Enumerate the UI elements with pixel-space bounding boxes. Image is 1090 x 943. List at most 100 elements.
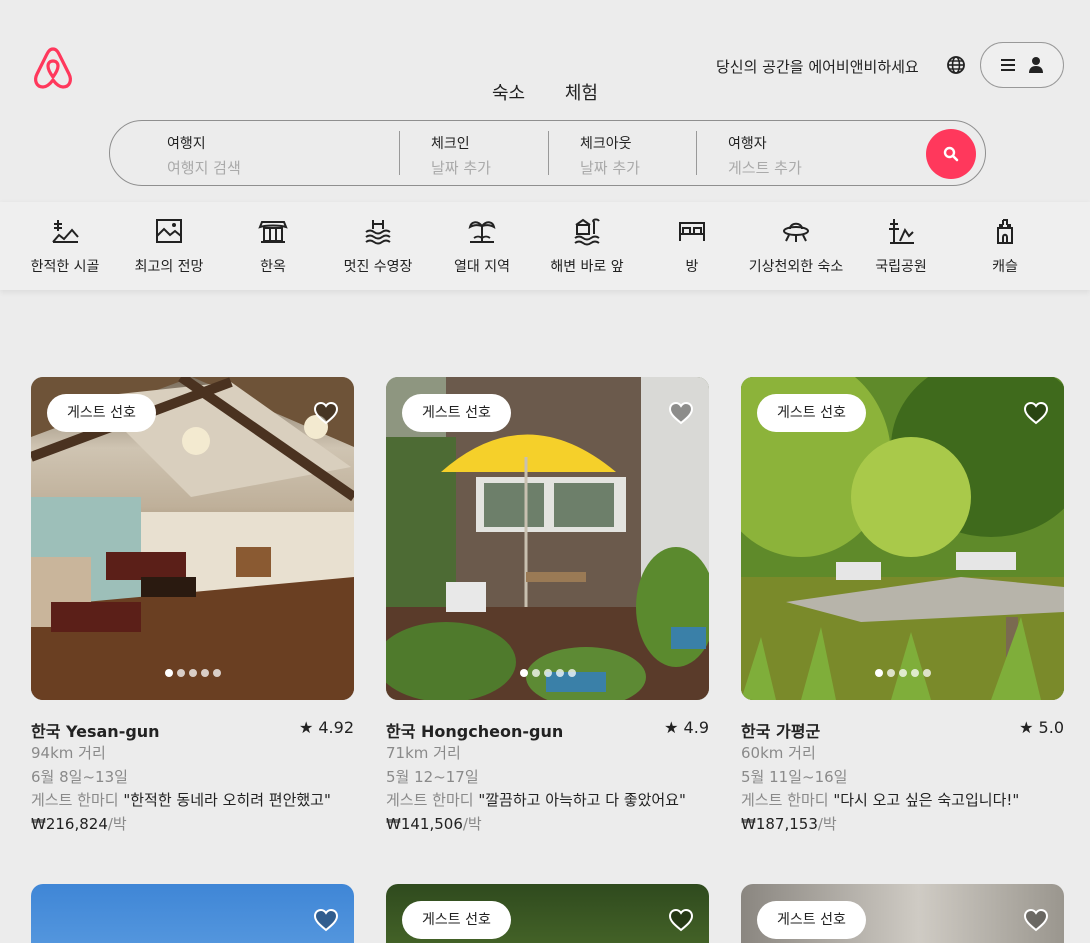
listing-price: ₩141,506/박 bbox=[386, 812, 709, 836]
carousel-dots[interactable] bbox=[386, 662, 709, 681]
listing-dates: 5월 11일~16일 bbox=[741, 768, 848, 786]
tab-stays[interactable]: 숙소 bbox=[492, 79, 525, 105]
heart-icon[interactable] bbox=[1023, 908, 1049, 932]
category-label: 최고의 전망 bbox=[134, 259, 204, 275]
heart-icon[interactable] bbox=[668, 908, 694, 932]
listing-rating: ★ 4.92 bbox=[298, 718, 354, 737]
listing-distance: 71km 거리 bbox=[386, 744, 461, 762]
search-icon bbox=[943, 146, 959, 162]
price-unit: /박 bbox=[817, 815, 837, 833]
listing-photo[interactable]: 게스트 선호 bbox=[741, 884, 1064, 943]
guest-favorite-badge: 게스트 선호 bbox=[757, 394, 866, 432]
user-icon bbox=[1029, 57, 1043, 73]
beachfront-icon bbox=[574, 218, 600, 246]
price-value: ₩216,824 bbox=[31, 815, 108, 833]
category-tropical[interactable]: 열대 지역 bbox=[427, 216, 537, 276]
hanok-icon bbox=[258, 221, 288, 243]
listing-photo[interactable]: 게스트 선호 bbox=[386, 377, 709, 700]
listing-rating: ★ 4.9 bbox=[664, 718, 709, 737]
category-label: 열대 지역 bbox=[454, 259, 510, 275]
listing-review: 게스트 한마디 "다시 오고 싶은 숙고입니다!" bbox=[741, 788, 1064, 812]
heart-icon[interactable] bbox=[313, 908, 339, 932]
price-unit: /박 bbox=[107, 815, 127, 833]
pool-icon bbox=[365, 220, 391, 245]
listing-card[interactable]: 게스트 선호 한국 Yesan-gun ★ 4.92 94km 거리 6월 8일… bbox=[31, 377, 354, 836]
category-pool[interactable]: 멋진 수영장 bbox=[323, 216, 433, 276]
listing-review: 게스트 한마디 "한적한 동네라 오히려 편안했고" bbox=[31, 788, 354, 812]
review-text: "다시 오고 싶은 숙고입니다!" bbox=[833, 791, 1020, 809]
price-value: ₩187,153 bbox=[741, 815, 818, 833]
search-checkout[interactable]: 체크아웃 날짜 추가 bbox=[580, 133, 640, 178]
listing-rating: ★ 5.0 bbox=[1019, 718, 1064, 737]
category-countryside[interactable]: 한적한 시골 bbox=[10, 216, 120, 276]
user-menu-button[interactable] bbox=[980, 42, 1064, 88]
listing-review: 게스트 한마디 "깔끔하고 아늑하고 다 좋았어요" bbox=[386, 788, 709, 812]
listing-dates: 5월 12~17일 bbox=[386, 768, 479, 786]
search-where[interactable]: 여행지 여행지 검색 bbox=[167, 133, 241, 178]
category-national-park[interactable]: 국립공원 bbox=[846, 216, 956, 276]
listing-photo[interactable]: 게스트 선호 bbox=[741, 377, 1064, 700]
room-icon bbox=[679, 222, 705, 241]
national-park-icon bbox=[889, 219, 914, 244]
listing-distance: 94km 거리 bbox=[31, 744, 106, 762]
host-link[interactable]: 당신의 공간을 에어비앤비하세요 bbox=[716, 56, 919, 77]
divider bbox=[696, 131, 697, 175]
where-label: 여행지 bbox=[167, 136, 206, 152]
search-guests[interactable]: 여행자 게스트 추가 bbox=[728, 133, 802, 178]
heart-icon[interactable] bbox=[1023, 401, 1049, 425]
category-label: 캐슬 bbox=[992, 259, 1018, 275]
listing-card[interactable]: 게스트 선호 한국 가평군 ★ 5.0 60km 거리 5월 11일~16일 게… bbox=[741, 377, 1064, 836]
divider bbox=[399, 131, 400, 175]
listing-card[interactable]: 게스트 선호 한국 Hongcheon-gun ★ 4.9 71km 거리 5월… bbox=[386, 377, 709, 836]
tab-experiences[interactable]: 체험 bbox=[565, 79, 598, 105]
review-prefix: 게스트 한마디 bbox=[31, 791, 119, 809]
category-label: 멋진 수영장 bbox=[343, 259, 413, 275]
category-bar: 한적한 시골 최고의 전망 한옥 멋진 수영장 열대 지역 해변 바로 앞 방 … bbox=[0, 202, 1090, 290]
heart-icon[interactable] bbox=[313, 401, 339, 425]
checkout-label: 체크아웃 bbox=[580, 136, 632, 152]
guest-favorite-badge: 게스트 선호 bbox=[757, 901, 866, 939]
listing-title: 한국 가평군 bbox=[741, 722, 821, 741]
guest-favorite-badge: 게스트 선호 bbox=[402, 901, 511, 939]
countryside-icon bbox=[52, 220, 79, 243]
category-label: 국립공원 bbox=[875, 259, 927, 275]
review-prefix: 게스트 한마디 bbox=[741, 791, 829, 809]
guests-placeholder: 게스트 추가 bbox=[728, 159, 802, 177]
category-label: 한적한 시골 bbox=[30, 259, 100, 275]
listing-photo[interactable] bbox=[31, 884, 354, 943]
checkout-placeholder: 날짜 추가 bbox=[580, 159, 640, 177]
listing-price: ₩187,153/박 bbox=[741, 812, 1064, 836]
search-checkin[interactable]: 체크인 날짜 추가 bbox=[431, 133, 491, 178]
listing-dates: 6월 8일~13일 bbox=[31, 768, 128, 786]
price-value: ₩141,506 bbox=[386, 815, 463, 833]
guest-favorite-badge: 게스트 선호 bbox=[47, 394, 156, 432]
heart-icon[interactable] bbox=[668, 401, 694, 425]
ufo-icon bbox=[783, 222, 809, 242]
category-ufo[interactable]: 기상천외한 숙소 bbox=[741, 216, 851, 276]
category-hanok[interactable]: 한옥 bbox=[218, 216, 328, 276]
globe-icon[interactable] bbox=[946, 55, 966, 75]
category-beachfront[interactable]: 해변 바로 앞 bbox=[532, 216, 642, 276]
category-castle[interactable]: 캐슬 bbox=[950, 216, 1060, 276]
category-label: 해변 바로 앞 bbox=[550, 259, 624, 275]
tropical-icon bbox=[468, 221, 496, 243]
price-unit: /박 bbox=[462, 815, 482, 833]
divider bbox=[548, 131, 549, 175]
category-label: 기상천외한 숙소 bbox=[748, 259, 844, 275]
where-placeholder: 여행지 검색 bbox=[167, 159, 241, 177]
checkin-label: 체크인 bbox=[431, 136, 470, 152]
category-label: 한옥 bbox=[260, 259, 286, 275]
listing-photo[interactable]: 게스트 선호 bbox=[386, 884, 709, 943]
menu-icon bbox=[1001, 59, 1015, 71]
guest-favorite-badge: 게스트 선호 bbox=[402, 394, 511, 432]
carousel-dots[interactable] bbox=[741, 662, 1064, 681]
carousel-dots[interactable] bbox=[31, 662, 354, 681]
category-label: 방 bbox=[685, 259, 699, 275]
search-bar: 여행지 여행지 검색 체크인 날짜 추가 체크아웃 날짜 추가 여행자 게스트 … bbox=[109, 120, 986, 186]
listing-photo[interactable]: 게스트 선호 bbox=[31, 377, 354, 700]
category-room[interactable]: 방 bbox=[637, 216, 747, 276]
category-view[interactable]: 최고의 전망 bbox=[114, 216, 224, 276]
listing-distance: 60km 거리 bbox=[741, 744, 816, 762]
search-button[interactable] bbox=[926, 129, 976, 179]
view-icon bbox=[156, 219, 182, 243]
